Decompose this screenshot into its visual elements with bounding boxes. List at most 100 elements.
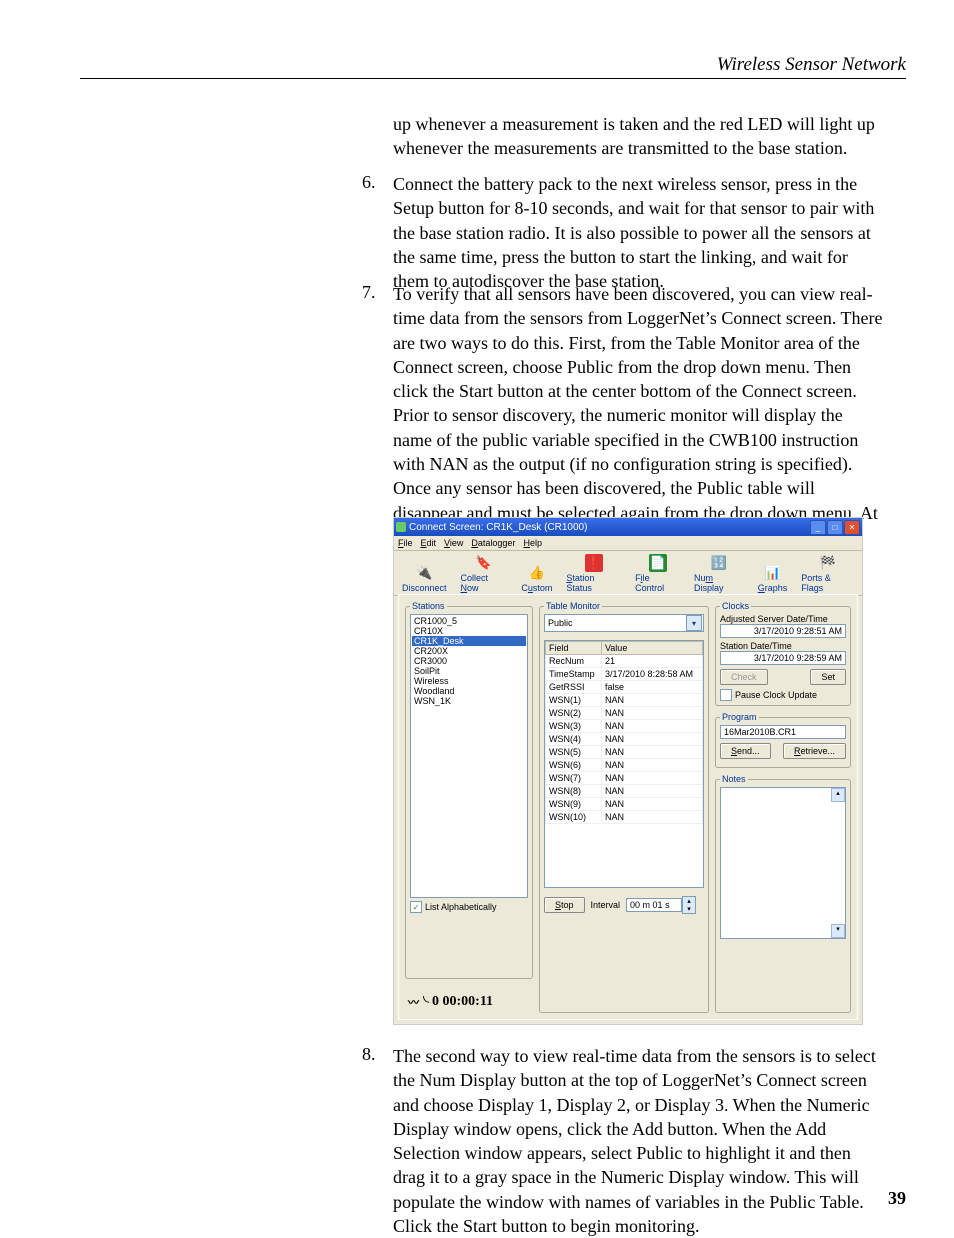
toolbar: 🔌Disconnect 🔖Collect Now 👍Custom ❗Statio… (394, 551, 862, 596)
table-select-combo[interactable]: Public ▾ (544, 614, 704, 632)
menu-bar: File Edit View Datalogger Help (394, 536, 862, 551)
graphs-icon: 📊 (764, 564, 782, 582)
stations-listbox[interactable]: CR1000_5CR10XCR1K_DeskCR200XCR3000SoilPi… (410, 614, 528, 898)
table-row: WSN(1)NAN (546, 694, 703, 707)
ports-flags-icon: 🏁 (819, 554, 837, 572)
table-row: WSN(10)NAN (546, 811, 703, 824)
status-icon: ❗ (585, 554, 603, 572)
station-item[interactable]: CR1000_5 (412, 616, 526, 626)
adjusted-server-value: 3/17/2010 9:28:51 AM (720, 624, 846, 638)
minimize-icon[interactable]: _ (810, 520, 826, 535)
list-number-8: 8. (362, 1044, 376, 1065)
elapsed-value: 0 00:00:11 (432, 994, 493, 1010)
station-item[interactable]: CR3000 (412, 656, 526, 666)
maximize-icon[interactable]: □ (827, 520, 843, 535)
clocks-group: Clocks Adjusted Server Date/Time 3/17/20… (715, 601, 851, 706)
interval-value: 00 m 01 s (626, 898, 682, 912)
table-row: RecNum21 (546, 655, 703, 668)
menu-view[interactable]: View (444, 538, 463, 548)
station-item[interactable]: Wireless (412, 676, 526, 686)
check-button[interactable]: Check (720, 669, 768, 685)
menu-edit[interactable]: Edit (421, 538, 437, 548)
plug-icon: 🔌 (415, 564, 433, 582)
pause-clock-label: Pause Clock Update (735, 690, 817, 700)
paragraph-intro-tail: up whenever a measurement is taken and t… (393, 112, 884, 161)
adjusted-server-label: Adjusted Server Date/Time (720, 614, 846, 624)
notes-textarea[interactable]: ▴ ▾ (720, 787, 846, 939)
toolbar-num-display[interactable]: 🔢Num Display (694, 554, 744, 593)
table-monitor-legend: Table Monitor (544, 601, 602, 611)
list-alpha-checkbox[interactable]: ✓ List Alphabetically (410, 901, 528, 913)
menu-datalogger[interactable]: Datalogger (471, 538, 515, 548)
num-display-icon: 🔢 (710, 554, 728, 572)
station-item[interactable]: WSN_1K (412, 696, 526, 706)
station-item[interactable]: CR200X (412, 646, 526, 656)
program-value: 16Mar2010B.CR1 (720, 725, 846, 739)
toolbar-disconnect[interactable]: 🔌Disconnect (402, 564, 447, 593)
toolbar-graphs[interactable]: 📊Graphs (758, 564, 788, 593)
notes-legend: Notes (720, 774, 748, 784)
table-monitor-group: Table Monitor Public ▾ Field Value RecNu… (539, 601, 709, 1013)
dropdown-icon: ▾ (686, 615, 702, 631)
spinner-arrows-icon[interactable]: ▴▾ (682, 896, 696, 914)
interval-spinner[interactable]: 00 m 01 s ▴▾ (626, 896, 696, 914)
station-item[interactable]: Woodland (412, 686, 526, 696)
custom-icon: 👍 (528, 564, 546, 582)
station-item[interactable]: CR10X (412, 626, 526, 636)
station-item[interactable]: CR1K_Desk (412, 636, 526, 646)
page-number: 39 (888, 1188, 906, 1209)
station-item[interactable]: SoilPit (412, 666, 526, 676)
window-title: Connect Screen: CR1K_Desk (CR1000) (409, 522, 587, 533)
toolbar-station-status[interactable]: ❗Station Status (566, 554, 621, 593)
file-icon: 📄 (649, 554, 667, 572)
toolbar-collect-now[interactable]: 🔖Collect Now (461, 554, 508, 593)
send-button[interactable]: Send... (720, 743, 771, 759)
table-select-value: Public (548, 618, 573, 628)
table-row: GetRSSIfalse (546, 681, 703, 694)
paragraph-item-8: The second way to view real-time data fr… (393, 1044, 884, 1238)
window-titlebar: Connect Screen: CR1K_Desk (CR1000) _ □ ✕ (394, 518, 862, 536)
stations-group: Stations CR1000_5CR10XCR1K_DeskCR200XCR3… (405, 601, 533, 979)
interval-label: Interval (591, 900, 621, 910)
close-icon[interactable]: ✕ (844, 520, 860, 535)
scroll-down-icon[interactable]: ▾ (831, 924, 845, 938)
list-number-7: 7. (362, 282, 376, 303)
monitor-table: Field Value RecNum21TimeStamp3/17/2010 8… (544, 640, 704, 888)
col-value: Value (601, 642, 702, 655)
toolbar-ports-flags[interactable]: 🏁Ports & Flags (801, 554, 854, 593)
pause-clock-checkbox[interactable]: Pause Clock Update (720, 689, 846, 701)
connection-icon: 〰╰ (408, 994, 428, 1010)
clocks-legend: Clocks (720, 601, 751, 611)
table-row: WSN(5)NAN (546, 746, 703, 759)
stop-button[interactable]: Stop (544, 897, 585, 913)
checkbox-icon (720, 689, 732, 701)
table-row: WSN(9)NAN (546, 798, 703, 811)
running-header: Wireless Sensor Network (717, 54, 906, 76)
table-row: WSN(4)NAN (546, 733, 703, 746)
app-icon (396, 522, 406, 532)
list-number-6: 6. (362, 172, 376, 193)
program-group: Program 16Mar2010B.CR1 Send... Retrieve.… (715, 712, 851, 768)
header-rule (80, 78, 906, 79)
station-datetime-label: Station Date/Time (720, 641, 846, 651)
scroll-up-icon[interactable]: ▴ (831, 788, 845, 802)
table-row: TimeStamp3/17/2010 8:28:58 AM (546, 668, 703, 681)
table-row: WSN(6)NAN (546, 759, 703, 772)
list-alpha-label: List Alphabetically (425, 902, 497, 912)
collect-icon: 🔖 (475, 554, 493, 572)
toolbar-file-control[interactable]: 📄File Control (635, 554, 680, 593)
toolbar-custom[interactable]: 👍Custom (521, 564, 552, 593)
set-button[interactable]: Set (810, 669, 846, 685)
table-row: WSN(7)NAN (546, 772, 703, 785)
checkbox-icon: ✓ (410, 901, 422, 913)
menu-file[interactable]: File (398, 538, 413, 548)
station-datetime-value: 3/17/2010 9:28:59 AM (720, 651, 846, 665)
program-legend: Program (720, 712, 759, 722)
table-row: WSN(3)NAN (546, 720, 703, 733)
col-field: Field (546, 642, 602, 655)
connect-screen-figure: Connect Screen: CR1K_Desk (CR1000) _ □ ✕… (393, 517, 863, 1025)
paragraph-item-6: Connect the battery pack to the next wir… (393, 172, 884, 293)
menu-help[interactable]: Help (523, 538, 542, 548)
retrieve-button[interactable]: Retrieve... (783, 743, 846, 759)
notes-group: Notes ▴ ▾ (715, 774, 851, 1013)
